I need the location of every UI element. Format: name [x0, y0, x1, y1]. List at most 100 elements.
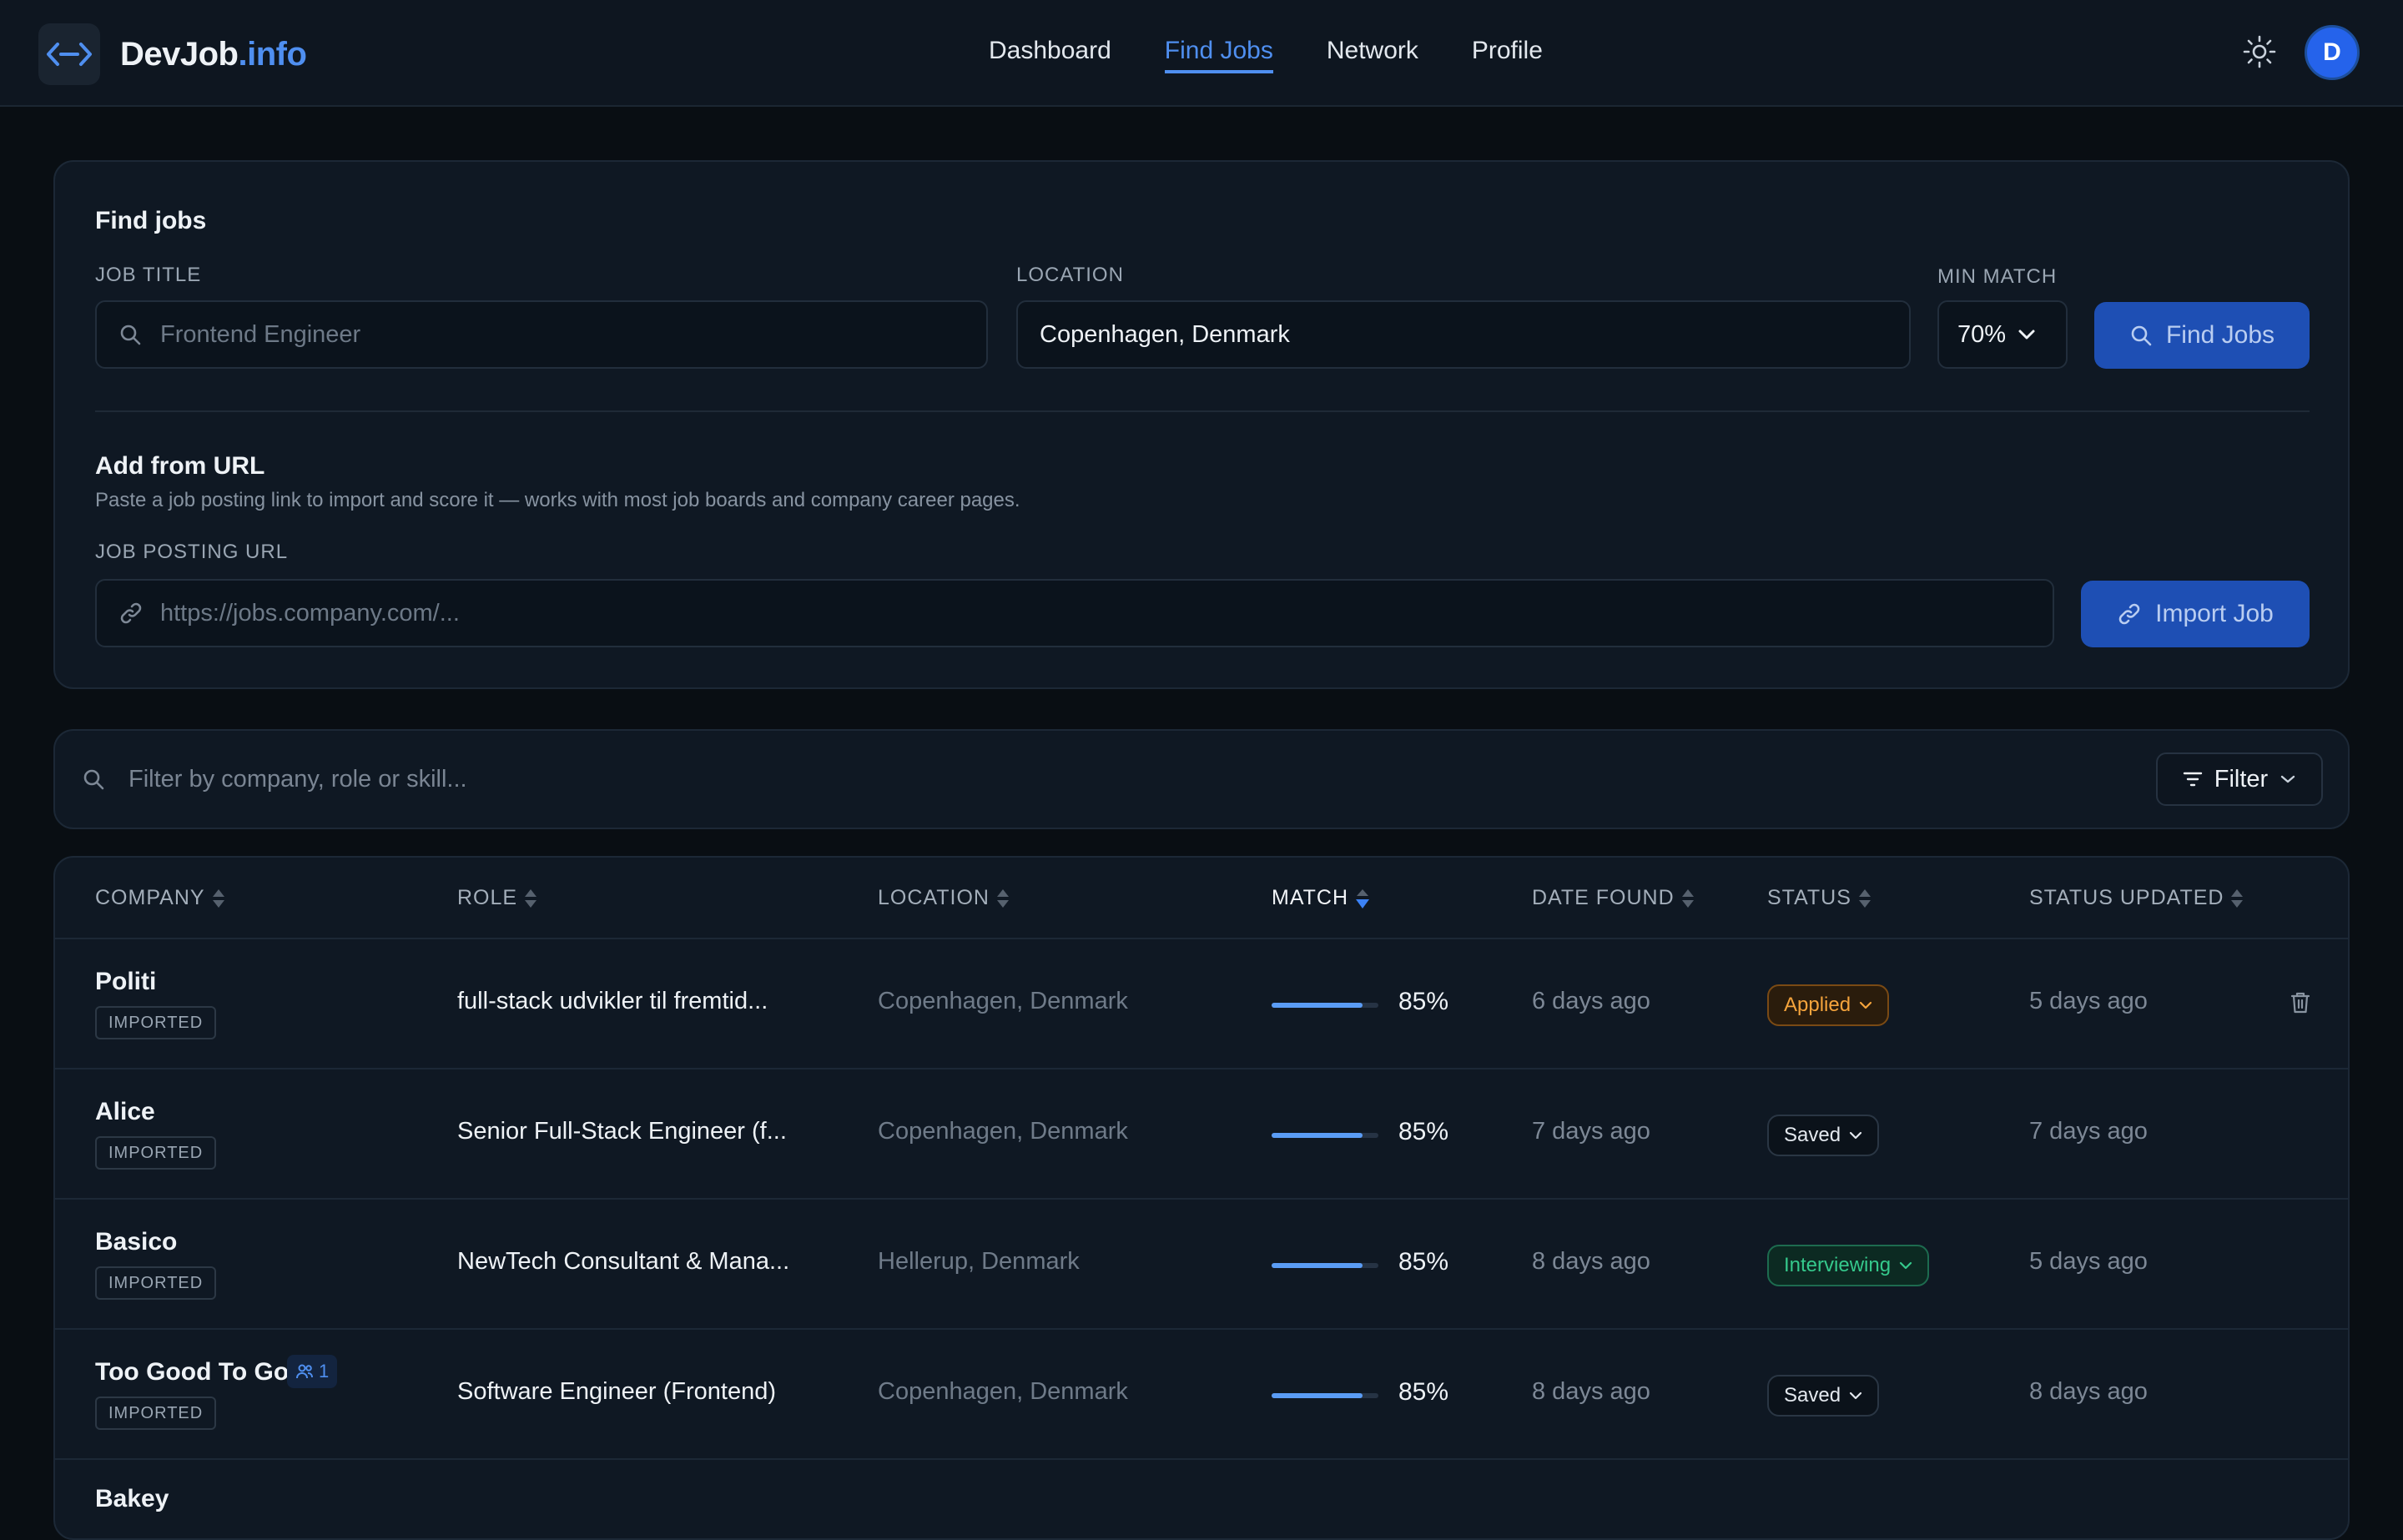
import-job-button-label: Import Job: [2155, 600, 2274, 627]
brand-name: DevJob.info: [120, 35, 307, 73]
col-company[interactable]: COMPANY: [95, 886, 225, 910]
chevron-down-icon: [2018, 329, 2036, 340]
imported-tag: IMPORTED: [95, 1397, 217, 1430]
status-label: Interviewing: [1784, 1254, 1892, 1276]
nav-network[interactable]: Network: [1327, 37, 1418, 73]
jobs-table: COMPANY ROLE LOCATION MATCH DATE FOUND S…: [53, 856, 2350, 1540]
search-icon: [2129, 324, 2153, 347]
status-updated-cell: 5 days ago: [2029, 1248, 2148, 1275]
col-date-found[interactable]: DATE FOUND: [1532, 886, 1695, 910]
trash-icon[interactable]: [2290, 991, 2315, 1016]
code-icon: [38, 23, 100, 85]
company-name[interactable]: Politi: [95, 968, 156, 996]
date-found-cell: 6 days ago: [1532, 988, 1650, 1014]
filter-input[interactable]: Filter by company, role or skill...: [128, 766, 467, 793]
find-jobs-button-label: Find Jobs: [2165, 321, 2275, 349]
role-cell[interactable]: full-stack udvikler til fremtid...: [457, 988, 768, 1015]
theme-toggle-sun-icon[interactable]: [2241, 33, 2278, 70]
chevron-down-icon: [2280, 774, 2296, 784]
match-bar: [1272, 1393, 1378, 1398]
url-placeholder: https://jobs.company.com/...: [160, 599, 460, 627]
sort-icon: [212, 888, 224, 908]
add-from-url-heading: Add from URL: [95, 452, 265, 480]
min-match-label: MIN MATCH: [1937, 265, 2058, 288]
sort-icon: [525, 888, 537, 908]
col-status[interactable]: STATUS: [1767, 886, 1872, 910]
sort-icon: [1681, 888, 1694, 908]
table-row[interactable]: Too Good To Go 1 IMPORTED Software Engin…: [55, 1330, 2348, 1460]
min-match-select[interactable]: 70%: [1937, 300, 2068, 369]
job-posting-url-input[interactable]: https://jobs.company.com/...: [95, 579, 2054, 647]
role-cell[interactable]: Senior Full-Stack Engineer (f...: [457, 1118, 787, 1145]
filter-lines-icon: [2183, 771, 2203, 788]
col-match[interactable]: MATCH: [1272, 886, 1370, 910]
status-label: Applied: [1784, 994, 1851, 1016]
location-input[interactable]: Copenhagen, Denmark: [1016, 300, 1911, 369]
match-bar: [1272, 1003, 1378, 1008]
match-percent: 85%: [1398, 1378, 1449, 1406]
search-icon: [82, 767, 105, 791]
table-row[interactable]: Basico IMPORTED NewTech Consultant & Man…: [55, 1200, 2348, 1330]
match-bar-fill: [1272, 1003, 1363, 1008]
match-percent: 85%: [1398, 988, 1449, 1015]
imported-tag: IMPORTED: [95, 1266, 217, 1300]
date-found-cell: 8 days ago: [1532, 1248, 1650, 1275]
company-name[interactable]: Basico: [95, 1228, 177, 1256]
table-row[interactable]: Politi IMPORTED full-stack udvikler til …: [55, 939, 2348, 1069]
table-header: COMPANY ROLE LOCATION MATCH DATE FOUND S…: [55, 858, 2348, 939]
people-icon: [296, 1364, 313, 1379]
filter-button-label: Filter: [2214, 765, 2269, 793]
nav-profile[interactable]: Profile: [1472, 37, 1543, 73]
nav-find-jobs[interactable]: Find Jobs: [1164, 37, 1273, 73]
status-dropdown[interactable]: Applied: [1767, 984, 1890, 1026]
job-title-input[interactable]: Frontend Engineer: [95, 300, 988, 369]
status-dropdown[interactable]: Saved: [1767, 1115, 1880, 1156]
top-navigation-bar: DevJob.info Dashboard Find Jobs Network …: [0, 0, 2403, 107]
date-found-cell: 7 days ago: [1532, 1118, 1650, 1145]
sort-icon: [996, 888, 1009, 908]
status-dropdown[interactable]: Saved: [1767, 1375, 1880, 1417]
status-updated-cell: 7 days ago: [2029, 1118, 2148, 1145]
network-count: 1: [319, 1361, 330, 1381]
company-name[interactable]: Alice: [95, 1098, 155, 1126]
search-icon: [118, 322, 144, 347]
chevron-down-icon: [1849, 1131, 1862, 1140]
job-posting-url-label: JOB POSTING URL: [95, 541, 289, 563]
role-cell[interactable]: NewTech Consultant & Mana...: [457, 1248, 789, 1276]
chevron-down-icon: [1849, 1392, 1862, 1400]
brand-logo[interactable]: DevJob.info: [38, 23, 307, 85]
company-name[interactable]: Too Good To Go: [95, 1358, 289, 1387]
link-icon: [2117, 601, 2142, 627]
imported-tag: IMPORTED: [95, 1006, 217, 1039]
location-label: LOCATION: [1016, 264, 1124, 286]
location-cell: Copenhagen, Denmark: [878, 988, 1128, 1014]
filter-bar: Filter by company, role or skill... Filt…: [53, 729, 2350, 829]
match-percent: 85%: [1398, 1118, 1449, 1145]
location-cell: Hellerup, Denmark: [878, 1248, 1080, 1275]
import-job-button[interactable]: Import Job: [2081, 581, 2310, 647]
job-title-label: JOB TITLE: [95, 264, 202, 286]
col-status-updated[interactable]: STATUS UPDATED: [2029, 886, 2244, 910]
table-row[interactable]: Alice IMPORTED Senior Full-Stack Enginee…: [55, 1069, 2348, 1200]
col-location[interactable]: LOCATION: [878, 886, 1010, 910]
status-dropdown[interactable]: Interviewing: [1767, 1245, 1930, 1286]
find-jobs-button[interactable]: Find Jobs: [2094, 302, 2310, 369]
match-bar: [1272, 1133, 1378, 1138]
filter-button[interactable]: Filter: [2156, 752, 2323, 806]
location-cell: Copenhagen, Denmark: [878, 1378, 1128, 1405]
status-label: Saved: [1784, 1384, 1841, 1407]
match-bar-fill: [1272, 1393, 1363, 1398]
sort-icon: [1858, 888, 1871, 908]
table-row[interactable]: Bakey: [55, 1460, 2348, 1538]
user-avatar[interactable]: D: [2305, 25, 2360, 80]
network-connections-badge[interactable]: 1: [287, 1355, 338, 1388]
role-cell[interactable]: Software Engineer (Frontend): [457, 1378, 776, 1406]
nav-dashboard[interactable]: Dashboard: [989, 37, 1111, 73]
match-percent: 85%: [1398, 1248, 1449, 1276]
company-name[interactable]: Bakey: [95, 1485, 169, 1513]
search-card: Find jobs JOB TITLE Frontend Engineer LO…: [53, 160, 2350, 689]
col-role[interactable]: ROLE: [457, 886, 537, 910]
match-bar-fill: [1272, 1263, 1363, 1268]
sort-icon: [2231, 888, 2244, 908]
match-bar-fill: [1272, 1133, 1363, 1138]
